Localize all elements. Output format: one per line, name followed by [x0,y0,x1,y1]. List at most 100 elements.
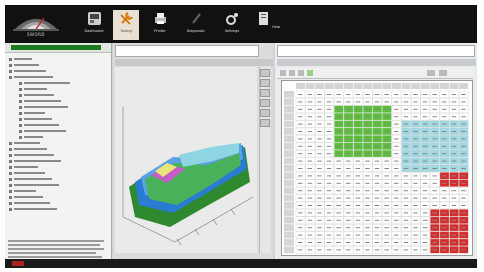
map-3d-plot[interactable] [115,67,257,253]
grid-cell-value [317,242,322,243]
grid-cell-value [307,175,313,177]
grid-cell-value [346,108,351,110]
logo-graphic [13,17,59,31]
grid-cell-value [461,190,466,192]
grid-cell-value [403,94,409,95]
tree-item-label [14,154,54,156]
grid-cell-value [374,205,380,206]
sidebar-header[interactable] [5,43,111,53]
grid-cell-value [326,219,332,221]
grid-cell-value [422,205,428,206]
grid-cell-value [432,160,437,162]
grid-cell-value [432,249,437,251]
toolbar-button-dashboard[interactable]: Dashboard [81,10,107,40]
grid-cell-value [298,175,303,177]
grid-cell-value [422,197,428,199]
grid-cell-value [394,94,399,95]
column-header [363,83,373,89]
grid-cell-value [326,153,332,155]
tree-node-icon [19,81,22,85]
grid-cell-value [461,249,466,251]
grid-cell-value [394,242,399,243]
grid-cell-value [432,131,437,132]
grid-cell-value [298,234,303,236]
grid-cell-value [451,153,457,155]
grid-cell-value [355,94,361,95]
grid-cell-value [461,242,466,243]
grid-cell-value [355,145,361,147]
column-header [382,83,392,89]
grid-cell-value [422,138,428,140]
grid-cell-value [442,168,447,169]
toolbar-button-tuning[interactable]: Tuning [113,10,139,40]
toolbar-button-diagnostic[interactable]: Diagnostic [183,10,209,40]
grid-cell-value [384,249,389,251]
grid-cell-value [384,227,389,229]
grid-cell-value [346,153,351,155]
grid-cell-value [326,227,332,229]
grid-cell-value [422,145,428,147]
tree-item-label [14,76,53,78]
tree-node-icon [9,57,12,61]
grid-cell-value [307,249,313,251]
toolbar-button-printer[interactable]: Printer [147,10,173,40]
grid-cell-value [326,249,332,251]
scroll-up-button[interactable] [260,69,270,77]
table-search-field[interactable] [277,45,475,57]
grid-cell-value [432,175,437,177]
toolbar-button-settings[interactable]: Settings [219,10,245,40]
grid-cell-value [432,94,437,95]
grid-cell-value [422,249,428,251]
grid-cell-value [403,153,409,155]
scroll-button[interactable] [260,79,270,87]
tree-node-icon [19,135,22,139]
scroll-button[interactable] [260,89,270,97]
row-header [284,187,294,194]
toolbar-button-help[interactable]: Help [255,10,281,40]
map-3d-panel [113,43,273,259]
grid-cell-value [394,123,399,125]
grid-cell-value [413,94,418,95]
grid-cell-value [346,94,351,95]
grid-cell-value [346,123,351,125]
grid-cell-value [365,153,370,155]
grid-cell-value [374,175,380,177]
grid-cell-value [422,153,428,155]
scroll-button[interactable] [260,109,270,117]
tree-node-icon [9,75,12,79]
map-values-table[interactable] [281,80,473,256]
grid-cell-value [461,160,466,162]
column-header [459,83,469,89]
book-icon [258,12,268,25]
grid-cell-value [307,197,313,199]
grid-cell-value [307,168,313,169]
vertical-scrollbar[interactable] [259,67,270,253]
grid-cell-value [432,242,437,243]
map-search-field[interactable] [115,45,259,57]
grid-cell-value [461,197,466,199]
grid-cell-value [298,116,303,118]
grid-cell-value [461,175,466,177]
grid-cell-value [461,234,466,236]
grid-cell-value [394,205,399,206]
scroll-button[interactable] [260,99,270,107]
grid-cell-value [298,249,303,251]
printer-icon [154,13,166,24]
row-header [284,246,294,254]
grid-cell-value [451,168,457,169]
grid-cell-value [413,182,418,184]
grid-cell-value [461,131,466,132]
grid-cell-value [298,205,303,206]
grid-cell-value [336,116,341,118]
column-header [430,83,440,89]
scroll-button[interactable] [260,119,270,127]
row-header [284,216,294,224]
column-header [324,83,334,89]
grid-cell-value [422,108,428,110]
row-header [284,202,294,209]
grid-cell-value [432,138,437,140]
tree-item[interactable] [9,206,109,212]
grid-cell-value [394,145,399,147]
grid-cell-value [384,182,389,184]
grid-cell-value [365,234,370,236]
